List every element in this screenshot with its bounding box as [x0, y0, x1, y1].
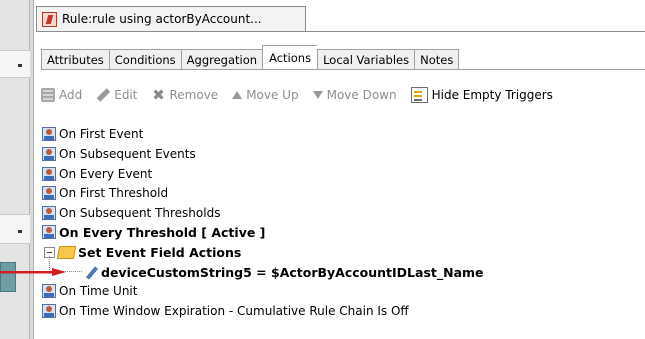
background-strip [0, 50, 30, 78]
trigger-icon [42, 186, 56, 200]
remove-label: Remove [169, 88, 219, 102]
tree-item-label: On Time Unit [59, 284, 138, 298]
background-mark [18, 230, 22, 233]
background-strip [0, 214, 30, 244]
move-down-label: Move Down [326, 88, 397, 102]
pencil-icon [96, 88, 110, 102]
arrow-down-icon [312, 91, 323, 99]
tree-item-label: On Subsequent Events [59, 147, 196, 161]
editor-tab[interactable]: Rule:rule using actorByAccount... [36, 6, 306, 31]
move-down-button[interactable]: Move Down [312, 88, 397, 102]
actions-toolbar: Add Edit ✖ Remove Move Up Move Down Hide… [41, 85, 553, 105]
trigger-icon [42, 206, 56, 220]
pencil-icon [84, 266, 98, 279]
tree-item-on-subsequent-events[interactable]: On Subsequent Events [42, 146, 196, 162]
arrow-up-icon [232, 91, 243, 99]
annotation-arrow-head [52, 268, 66, 276]
tab-actions[interactable]: Actions [262, 45, 318, 70]
trigger-icon [42, 284, 56, 298]
remove-icon: ✖ [152, 86, 165, 104]
folder-icon [56, 245, 77, 259]
tree-item-label: On Every Threshold [ Active ] [59, 224, 266, 240]
trigger-icon [42, 167, 56, 181]
tree-item-on-first-threshold[interactable]: On First Threshold [42, 185, 168, 201]
background-window-panel [0, 0, 30, 339]
hide-triggers-icon [410, 87, 428, 103]
tree-item-on-time-unit[interactable]: On Time Unit [42, 283, 137, 299]
move-up-label: Move Up [246, 88, 299, 102]
edit-label: Edit [114, 88, 138, 102]
trigger-icon [42, 147, 56, 161]
annotation-arrow [0, 268, 66, 276]
remove-button[interactable]: ✖ Remove [151, 86, 219, 104]
tree-item-label: On First Event [59, 127, 144, 141]
hide-empty-triggers-button[interactable]: Hide Empty Triggers [410, 87, 553, 103]
add-label: Add [59, 88, 83, 102]
tree-item-label: On First Threshold [59, 186, 169, 200]
tree-item-label: On Subsequent Thresholds [59, 206, 221, 220]
tree-item-on-first-event[interactable]: On First Event [42, 126, 143, 142]
tree-item-field-action[interactable]: deviceCustomString5 = $ActorByAccountIDL… [84, 264, 484, 280]
add-button[interactable]: Add [41, 88, 82, 102]
tree-item-label: Set Event Field Actions [78, 244, 242, 260]
tree-item-label: deviceCustomString5 = $ActorByAccountIDL… [101, 264, 484, 280]
tree-item-on-subsequent-thresholds[interactable]: On Subsequent Thresholds [42, 205, 220, 221]
rule-icon [42, 11, 57, 27]
tab-underline [36, 31, 645, 32]
tree-item-label: On Every Event [59, 167, 153, 181]
trigger-icon [42, 304, 56, 318]
hide-empty-triggers-label: Hide Empty Triggers [431, 88, 553, 102]
tree-item-set-event-field-actions[interactable]: Set Event Field Actions [44, 244, 241, 260]
tab-conditions[interactable]: Conditions [108, 49, 181, 70]
edit-button[interactable]: Edit [96, 88, 137, 102]
tree-item-on-every-event[interactable]: On Every Event [42, 166, 152, 182]
tab-local-variables[interactable]: Local Variables [317, 49, 415, 70]
tree-item-on-time-window-expiration[interactable]: On Time Window Expiration - Cumulative R… [42, 303, 409, 319]
tab-aggregation[interactable]: Aggregation [180, 49, 263, 70]
subtab-baseline [41, 69, 645, 70]
add-icon [41, 88, 55, 102]
annotation-arrow-shaft [0, 271, 54, 274]
trigger-icon [42, 127, 56, 141]
tab-notes[interactable]: Notes [414, 49, 460, 70]
pane-splitter[interactable] [30, 0, 34, 339]
background-mark [18, 64, 22, 67]
tab-attributes[interactable]: Attributes [41, 49, 109, 70]
move-up-button[interactable]: Move Up [232, 88, 299, 102]
subtab-bar: Attributes Conditions Aggregation Action… [41, 45, 460, 70]
background-teal-block [0, 262, 16, 292]
trigger-icon [42, 225, 56, 239]
tree-item-on-every-threshold[interactable]: On Every Threshold [ Active ] [42, 224, 265, 240]
tree-item-label: On Time Window Expiration - Cumulative R… [59, 304, 409, 318]
editor-tab-title: Rule:rule using actorByAccount... [62, 12, 262, 26]
